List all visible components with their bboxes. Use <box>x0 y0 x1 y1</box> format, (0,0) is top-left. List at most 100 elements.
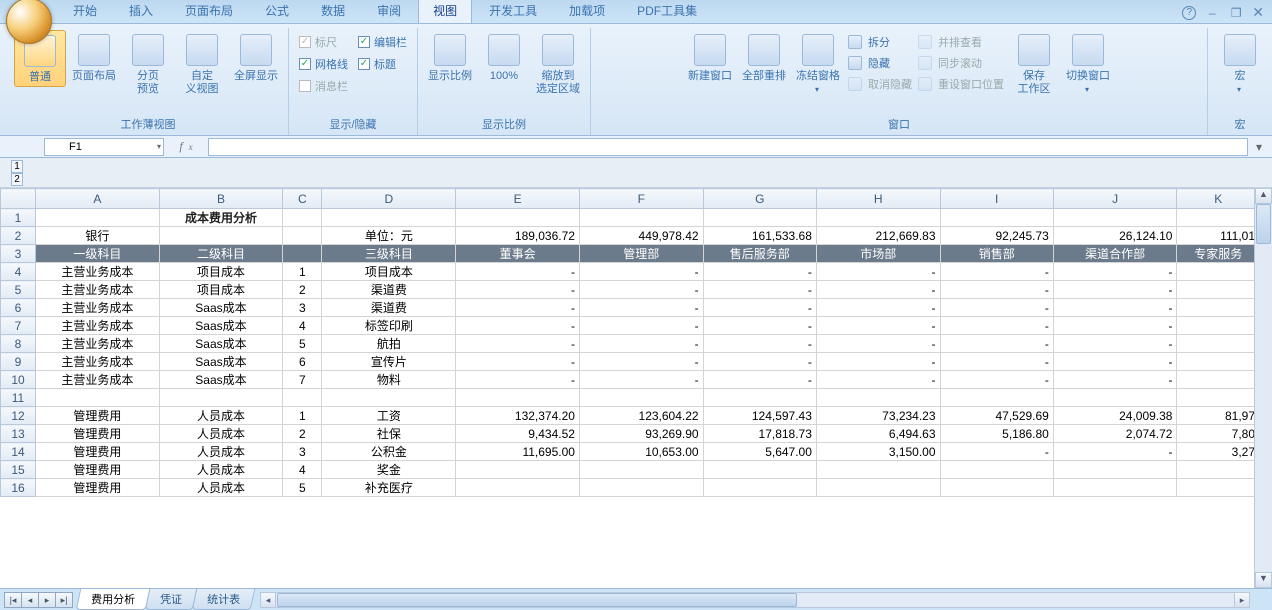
ribbon-group-zoom: 显示比例 100% 缩放到 选定区域 显示比例 <box>418 28 591 135</box>
tab-layout[interactable]: 页面布局 <box>170 0 248 23</box>
column-headers[interactable]: ABCDEFGHIJK <box>1 189 1260 209</box>
tab-view[interactable]: 视图 <box>418 0 472 23</box>
page-break-preview-button[interactable]: 分页 预览 <box>122 30 174 98</box>
horizontal-scrollbar[interactable]: ◂ ▸ <box>260 592 1250 608</box>
reset-icon <box>918 77 932 91</box>
scroll-up-icon[interactable]: ▲ <box>1255 188 1272 204</box>
ribbon-group-window: 新建窗口 全部重排 冻结窗格▾ 拆分 隐藏 取消隐藏 并排查看 同步滚动 重设窗… <box>591 28 1208 135</box>
fullscreen-button[interactable]: 全屏显示 <box>230 30 282 85</box>
table-row: 2银行单位：元189,036.72449,978.42161,533.68212… <box>1 227 1260 245</box>
outline-level-2[interactable]: 2 <box>11 173 23 186</box>
messagebar-checkbox: 消息栏 <box>299 78 348 94</box>
table-row: 15管理费用人员成本4奖金 <box>1 461 1260 479</box>
macros-icon <box>1224 34 1256 66</box>
hide-icon <box>848 56 862 70</box>
next-sheet-button[interactable]: ▸ <box>38 592 56 608</box>
table-row: 13管理费用人员成本2社保9,434.5293,269.9017,818.736… <box>1 425 1260 443</box>
formula-input[interactable] <box>208 138 1248 156</box>
table-row: 9主营业务成本Saas成本6宣传片------ <box>1 353 1260 371</box>
switch-window-button[interactable]: 切换窗口▾ <box>1062 30 1114 98</box>
minimize-ribbon-icon[interactable]: – <box>1204 6 1220 20</box>
tab-addins[interactable]: 加载项 <box>554 0 620 23</box>
magnifier-icon <box>434 34 466 66</box>
close-window-icon[interactable]: ✕ <box>1252 4 1264 21</box>
scroll-right-icon[interactable]: ▸ <box>1234 592 1250 608</box>
tab-nav-buttons: |◂ ◂ ▸ ▸| <box>4 592 72 608</box>
split-icon <box>848 35 862 49</box>
ribbon: 普通 页面布局 分页 预览 自定 义视图 全屏显示 工作薄视图 ✓标尺 ✓网格线… <box>0 24 1272 136</box>
table-row: 8主营业务成本Saas成本5航拍------ <box>1 335 1260 353</box>
freeze-panes-button[interactable]: 冻结窗格▾ <box>792 30 844 98</box>
zoom-selection-icon <box>542 34 574 66</box>
fx-icon[interactable]: fx <box>164 139 208 154</box>
table-row: 16管理费用人员成本5补充医疗 <box>1 479 1260 497</box>
fullscreen-icon <box>240 34 272 66</box>
last-sheet-button[interactable]: ▸| <box>55 592 73 608</box>
scroll-left-icon[interactable]: ◂ <box>260 592 276 608</box>
sheet-tab-bar: |◂ ◂ ▸ ▸| 费用分析 凭证 统计表 ◂ ▸ <box>0 588 1272 610</box>
split-button[interactable]: 拆分 <box>846 32 914 52</box>
hscroll-thumb[interactable] <box>277 593 797 607</box>
customview-icon <box>186 34 218 66</box>
unhide-icon <box>848 77 862 91</box>
sheet-tab-2[interactable]: 统计表 <box>192 589 255 610</box>
menu-tabs: 开始 插入 页面布局 公式 数据 审阅 视图 开发工具 加载项 PDF工具集 ?… <box>0 0 1272 24</box>
scroll-thumb[interactable] <box>1256 204 1271 244</box>
outline-level-1[interactable]: 1 <box>11 160 23 173</box>
tab-home[interactable]: 开始 <box>58 0 112 23</box>
group-label: 显示比例 <box>424 114 584 135</box>
group-label: 工作薄视图 <box>14 114 282 135</box>
expand-formula-bar-icon[interactable]: ▾ <box>1252 140 1266 154</box>
sync-icon <box>918 56 932 70</box>
scroll-down-icon[interactable]: ▼ <box>1255 572 1272 588</box>
tab-pdf[interactable]: PDF工具集 <box>622 0 712 23</box>
vertical-scrollbar[interactable]: ▲ ▼ <box>1254 188 1272 588</box>
custom-views-button[interactable]: 自定 义视图 <box>176 30 228 98</box>
ribbon-group-workbook-views: 普通 页面布局 分页 预览 自定 义视图 全屏显示 工作薄视图 <box>8 28 289 135</box>
ruler-checkbox: ✓标尺 <box>299 34 348 50</box>
chevron-down-icon[interactable]: ▾ <box>157 142 161 151</box>
page-layout-button[interactable]: 页面布局 <box>68 30 120 85</box>
zoom-selection-button[interactable]: 缩放到 选定区域 <box>532 30 584 98</box>
tab-formula[interactable]: 公式 <box>250 0 304 23</box>
prev-sheet-button[interactable]: ◂ <box>21 592 39 608</box>
grid[interactable]: ABCDEFGHIJK 1成本费用分析 2银行单位：元189,036.72449… <box>0 188 1272 588</box>
tab-data[interactable]: 数据 <box>306 0 360 23</box>
headings-checkbox[interactable]: ✓标题 <box>358 56 407 72</box>
new-window-icon <box>694 34 726 66</box>
pagebreak-icon <box>132 34 164 66</box>
office-button[interactable] <box>6 0 52 44</box>
macros-button[interactable]: 宏▾ <box>1214 30 1266 98</box>
name-box[interactable]: F1▾ <box>44 138 164 156</box>
formula-bar-checkbox[interactable]: ✓编辑栏 <box>358 34 407 50</box>
save-workspace-icon <box>1018 34 1050 66</box>
first-sheet-button[interactable]: |◂ <box>4 592 22 608</box>
freeze-icon <box>802 34 834 66</box>
save-workspace-button[interactable]: 保存 工作区 <box>1008 30 1060 98</box>
group-label: 窗口 <box>597 114 1201 135</box>
table-row: 14管理费用人员成本3公积金11,695.0010,653.005,647.00… <box>1 443 1260 461</box>
unhide-button: 取消隐藏 <box>846 74 914 94</box>
side-by-side-button: 并排查看 <box>916 32 1006 52</box>
tab-developer[interactable]: 开发工具 <box>474 0 552 23</box>
new-window-button[interactable]: 新建窗口 <box>684 30 736 85</box>
switch-window-icon <box>1072 34 1104 66</box>
select-all-corner[interactable] <box>1 189 36 209</box>
arrange-all-button[interactable]: 全部重排 <box>738 30 790 85</box>
sidebyside-icon <box>918 35 932 49</box>
table-row: 10主营业务成本Saas成本7物料------ <box>1 371 1260 389</box>
tab-review[interactable]: 审阅 <box>362 0 416 23</box>
page-icon <box>78 34 110 66</box>
magnifier-100-icon <box>488 34 520 66</box>
tab-insert[interactable]: 插入 <box>114 0 168 23</box>
sheet-tab-0[interactable]: 费用分析 <box>76 589 150 610</box>
help-icon[interactable]: ? <box>1182 6 1196 20</box>
gridlines-checkbox[interactable]: ✓网格线 <box>299 56 348 72</box>
hide-button[interactable]: 隐藏 <box>846 53 914 73</box>
zoom-100-button[interactable]: 100% <box>478 30 530 85</box>
sheet-tab-1[interactable]: 凭证 <box>145 589 197 610</box>
table-row: 12管理费用人员成本1工资132,374.20123,604.22124,597… <box>1 407 1260 425</box>
restore-window-icon[interactable]: ❐ <box>1228 6 1244 20</box>
ribbon-group-show-hide: ✓标尺 ✓网格线 消息栏 ✓编辑栏 ✓标题 显示/隐藏 <box>289 28 418 135</box>
zoom-button[interactable]: 显示比例 <box>424 30 476 85</box>
